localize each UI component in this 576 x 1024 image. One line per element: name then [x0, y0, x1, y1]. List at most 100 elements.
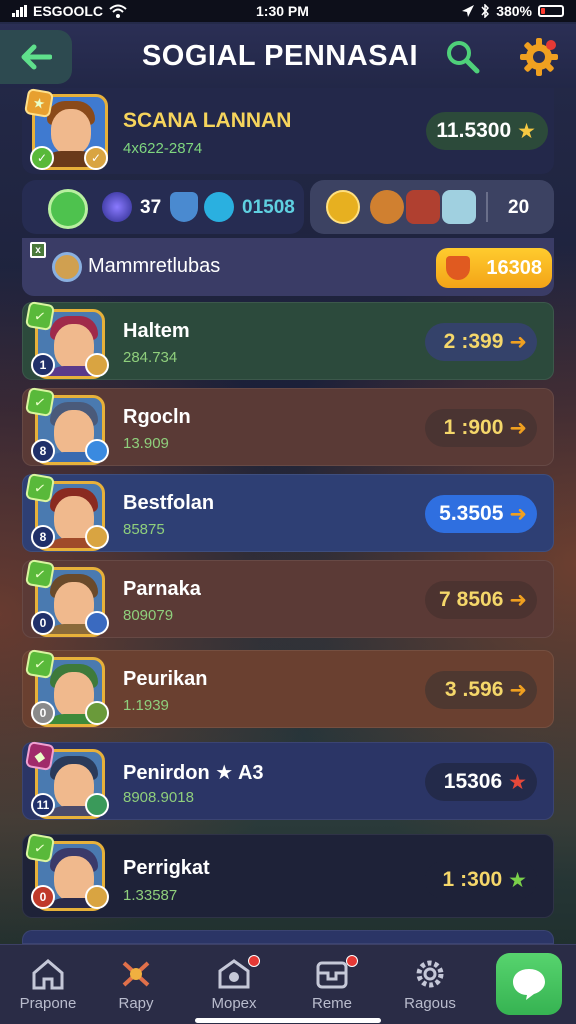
- level-badge: 8: [31, 439, 55, 463]
- player-points: 85875: [123, 521, 165, 538]
- guild-emblem-icon: [52, 252, 82, 282]
- tool-icon: [85, 525, 109, 549]
- player-points: 1.1939: [123, 697, 169, 714]
- leaf-icon: ✓: [24, 472, 56, 504]
- back-button[interactable]: [0, 30, 72, 84]
- shield-icon: [218, 959, 250, 989]
- player-row[interactable]: ✓ 0 Parnaka 809079 7 8506 ➜: [22, 558, 554, 638]
- resources-panel: 20: [310, 180, 554, 234]
- profile-name: SCANA LANNAN: [123, 109, 292, 132]
- player-name: Parnaka: [123, 578, 201, 600]
- guild-name: Mammretlubas: [88, 255, 221, 277]
- leaf-icon: ✓: [24, 648, 56, 680]
- notification-dot: [346, 955, 358, 967]
- profile-id: 4x622-2874: [123, 140, 203, 157]
- search-button[interactable]: [444, 38, 482, 76]
- gem-badge-icon: ◆: [24, 740, 56, 772]
- leaf-icon: ✓: [30, 146, 54, 170]
- leaf-icon: ✓: [24, 832, 56, 864]
- signal-icon: [12, 5, 27, 17]
- player-row[interactable]: ✓ 1 Haltem 284.734 2:399 ➜: [22, 300, 554, 380]
- player-name: Perrigkat: [123, 857, 210, 879]
- battery-icon: [538, 5, 564, 17]
- arrow-right-icon: ➜: [509, 330, 527, 354]
- trophy-icon: [446, 256, 470, 280]
- tool-icon: [85, 793, 109, 817]
- tool-icon: [85, 353, 109, 377]
- level-badge: 0: [31, 611, 55, 635]
- check-icon: [85, 611, 109, 635]
- gem-icon: [102, 192, 132, 222]
- guild-bar[interactable]: x Mammretlubas 16308: [22, 238, 554, 296]
- player-name: Rgocln: [123, 406, 191, 428]
- inbox-icon: [316, 961, 348, 989]
- trophy-icon: [122, 961, 150, 987]
- arrow-right-icon: ➜: [509, 588, 527, 612]
- stat-value: 01508: [242, 197, 295, 218]
- player-row-partial[interactable]: [22, 930, 554, 944]
- home-icon: [32, 959, 64, 990]
- player-score[interactable]: 2:399 ➜: [425, 323, 537, 361]
- player-points: 8908.9018: [123, 789, 194, 806]
- tool-icon: [85, 885, 109, 909]
- player-points: 1.33587: [123, 887, 178, 904]
- tab-settings[interactable]: Ragous: [382, 945, 478, 1024]
- tab-home[interactable]: Prapone: [0, 945, 96, 1024]
- gear-icon: [416, 960, 444, 988]
- player-score[interactable]: 3.596 ➜: [425, 671, 537, 709]
- profile-card[interactable]: ★ ✓ ✓ SCANA LANNAN 4x622-2874 11.5300 ★: [22, 87, 554, 174]
- player-name: Penirdon ★ A3: [123, 762, 264, 784]
- home-indicator: [195, 1018, 381, 1023]
- arrow-right-icon: ➜: [509, 678, 527, 702]
- leaf-icon: ✓: [24, 300, 56, 332]
- stat-count: 37: [140, 197, 162, 218]
- player-name: Haltem: [123, 320, 190, 342]
- tab-inbox[interactable]: Reme: [284, 945, 380, 1024]
- divider: [486, 192, 488, 222]
- coin-icon: [326, 190, 360, 224]
- arrow-left-icon: [21, 44, 52, 70]
- carrier-label: ESGOOLC: [33, 3, 104, 19]
- level-badge: 1: [31, 353, 55, 377]
- stats-panel: 37 01508: [22, 180, 304, 234]
- search-icon: [447, 41, 480, 74]
- page-title: SOGIAL PENNASAI: [141, 40, 419, 72]
- player-name: Peurikan: [123, 668, 208, 690]
- tool-icon: [85, 701, 109, 725]
- check-icon: [85, 439, 109, 463]
- guild-flag-icon: x: [30, 242, 46, 258]
- player-row[interactable]: ✓ 0 Perrigkat 1.33587 1:300 ★: [22, 832, 554, 918]
- gear-icon: [520, 38, 558, 76]
- player-row[interactable]: ✓ 0 Peurikan 1.1939 3.596 ➜: [22, 648, 554, 728]
- tab-rank[interactable]: Rapy: [88, 945, 184, 1024]
- chest-icon: [406, 190, 440, 224]
- wifi-icon: [109, 4, 127, 18]
- player-score[interactable]: 1:900 ➜: [425, 409, 537, 447]
- player-score[interactable]: 1:300 ★: [425, 861, 537, 899]
- player-score[interactable]: 15306 ★: [425, 763, 537, 801]
- chat-icon: [513, 969, 545, 1000]
- bluetooth-icon: [481, 4, 490, 18]
- castle-icon[interactable]: [48, 189, 88, 229]
- leaf-icon: ✓: [24, 386, 56, 418]
- player-score[interactable]: 5.3505 ➜: [425, 495, 537, 533]
- arrow-right-icon: ➜: [509, 416, 527, 440]
- player-points: 284.734: [123, 349, 178, 366]
- player-row[interactable]: ✓ 8 Rgocln 13.909 1:900 ➜: [22, 386, 554, 466]
- rank-badge-icon: ★: [23, 87, 55, 119]
- settings-button[interactable]: [518, 36, 560, 78]
- tab-clan[interactable]: Mopex: [186, 945, 282, 1024]
- player-score[interactable]: 7 8506 ➜: [425, 581, 537, 619]
- chat-button[interactable]: [496, 953, 562, 1015]
- player-points: 809079: [123, 607, 174, 624]
- refresh-icon: [204, 192, 234, 222]
- notification-dot: [248, 955, 260, 967]
- player-row[interactable]: ✓ 8 Bestfolan 85875 5.3505 ➜: [22, 472, 554, 552]
- player-row[interactable]: ◆ 11 Penirdon ★ A3 8908.9018 15306 ★: [22, 740, 554, 820]
- potion-icon: [370, 190, 404, 224]
- status-bar: ESGOOLC 1:30 PM 380%: [0, 0, 576, 22]
- level-badge: 8: [31, 525, 55, 549]
- player-points: 13.909: [123, 435, 169, 452]
- level-badge: 0: [31, 701, 55, 725]
- header: SOGIAL PENNASAI: [0, 24, 576, 88]
